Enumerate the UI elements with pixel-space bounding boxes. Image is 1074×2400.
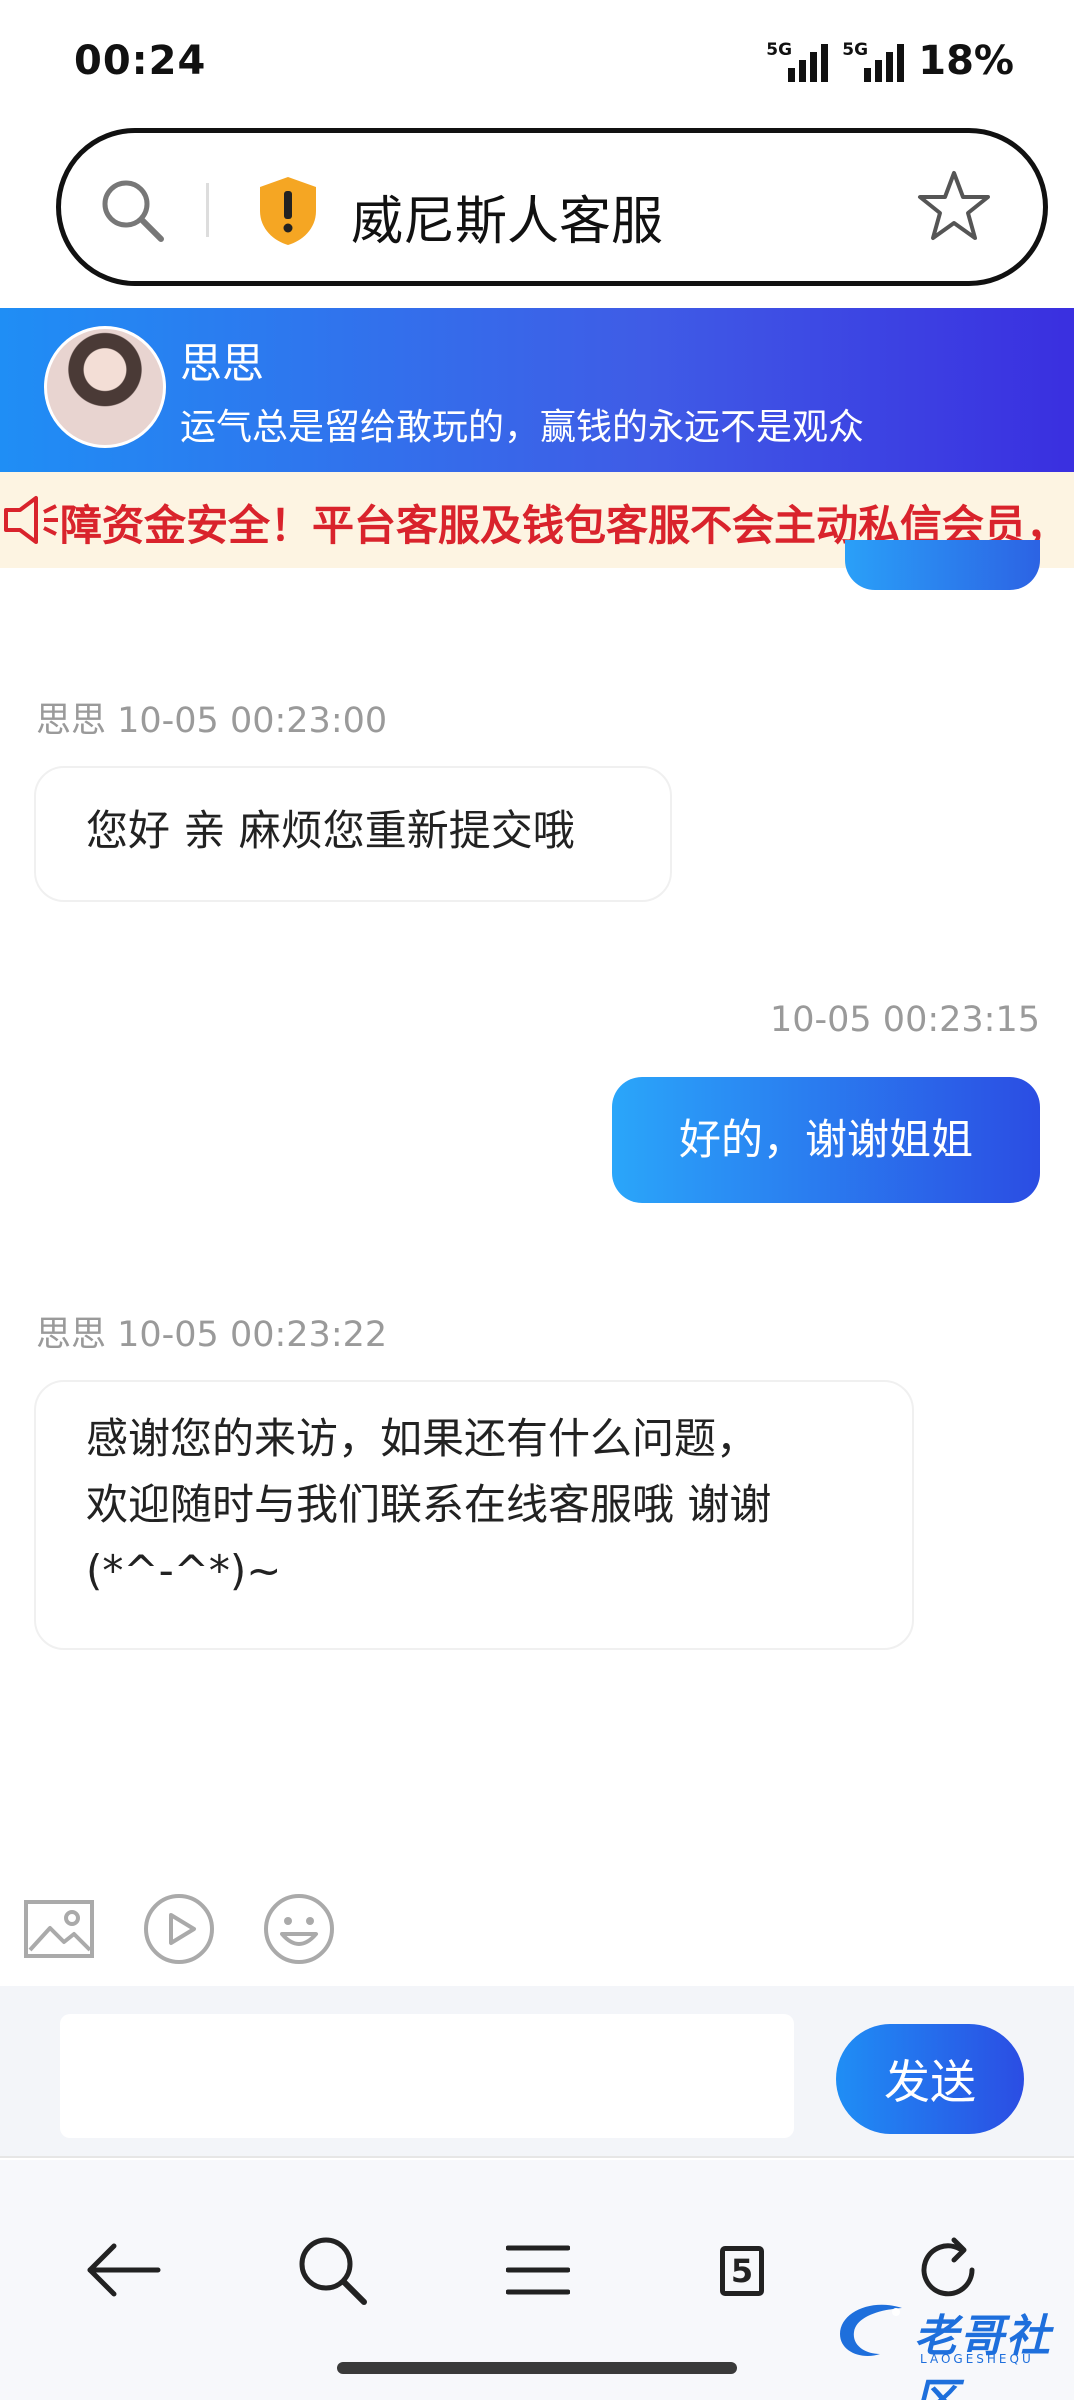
signal-icon: 5G [766,38,829,84]
star-icon[interactable] [917,169,991,243]
back-button[interactable] [74,2220,174,2320]
message-bubble-partial [845,540,1040,590]
menu-button[interactable] [488,2220,588,2320]
search-icon[interactable] [97,175,167,245]
watermark-subtext: LAOGESHEQU [920,2352,1034,2366]
status-bar: 00:24 5G 5G 18% [0,0,1074,120]
message-bubble-incoming: 感谢您的来访，如果还有什么问题， 欢迎随时与我们联系在线客服哦 谢谢 (*^-^… [34,1380,914,1650]
tabs-icon: 5 [720,2246,764,2296]
emoji-icon[interactable] [258,1888,340,1970]
menu-icon [506,2245,570,2295]
message-bubble-incoming: 您好 亲 麻烦您重新提交哦 [34,766,672,902]
avatar [44,326,166,448]
message-line: 欢迎随时与我们联系在线客服哦 谢谢 [86,1480,772,1529]
signal-icon: 5G [842,38,905,84]
agent-name: 思思 [180,339,265,388]
attachment-toolbar [0,1888,1074,1988]
send-button[interactable]: 发送 [836,2024,1024,2134]
shield-icon [260,177,316,245]
status-time: 00:24 [74,38,207,84]
image-icon[interactable] [18,1888,100,1970]
message-meta: 思思 10-05 00:23:22 [36,1315,388,1355]
watermark-text: 老哥社区 [914,2311,1052,2400]
dragon-logo-icon [840,2304,902,2356]
page-title: 威尼斯人客服 [351,192,664,252]
tabs-button[interactable]: 5 [692,2220,792,2320]
divider [206,183,209,237]
video-icon[interactable] [138,1888,220,1970]
message-bubble-outgoing: 好的，谢谢姐姐 [612,1077,1040,1203]
agent-header: 思思 运气总是留给敢玩的，赢钱的永远不是观众 [0,308,1074,472]
status-indicators: 5G 5G 18% [766,36,1014,86]
agent-motto: 运气总是留给敢玩的，赢钱的永远不是观众 [180,407,865,448]
message-meta: 思思 10-05 00:23:00 [36,701,388,741]
message-line: 感谢您的来访，如果还有什么问题， [86,1414,759,1463]
composer: 发送 [0,1986,1074,2158]
search-icon [299,2237,367,2305]
message-meta: 10-05 00:23:15 [769,1000,1040,1040]
search-button[interactable] [282,2220,382,2320]
address-bar[interactable]: 威尼斯人客服 [56,128,1048,286]
back-arrow-icon [87,2243,161,2297]
home-indicator[interactable] [337,2362,737,2374]
message-line: (*^-^*)~ [86,1546,282,1595]
speaker-icon [4,496,58,544]
message-input[interactable] [60,2014,794,2138]
battery-level: 18% [918,38,1014,84]
watermark-logo: 老哥社区 LAOGESHEQU [832,2296,1062,2400]
